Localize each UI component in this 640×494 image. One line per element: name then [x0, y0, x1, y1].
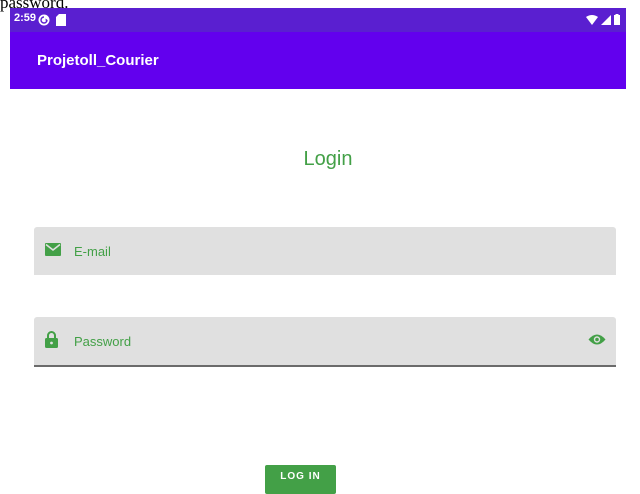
- email-field[interactable]: [34, 227, 616, 275]
- battery-icon: [614, 14, 620, 25]
- status-icons-left: [38, 14, 66, 26]
- status-bar: 2:59: [10, 8, 626, 32]
- sd-card-icon: [56, 14, 66, 26]
- password-input[interactable]: [74, 317, 554, 365]
- app-bar: Projetoll_Courier: [10, 32, 626, 89]
- app-title: Projetoll_Courier: [37, 52, 159, 69]
- status-icons-right: [586, 14, 620, 25]
- refresh-circle-icon: [38, 14, 50, 26]
- page-title: Login: [303, 148, 353, 170]
- login-screen: password. 2:59 Projetoll_Courier Login E…: [0, 0, 640, 494]
- status-time: 2:59: [14, 12, 37, 24]
- envelope-icon: [45, 243, 61, 256]
- wifi-icon: [586, 14, 598, 25]
- lock-icon: [45, 331, 58, 348]
- signal-icon: [601, 14, 611, 25]
- eye-icon[interactable]: [588, 333, 606, 346]
- email-input[interactable]: [74, 227, 554, 275]
- login-button[interactable]: LOG IN: [265, 465, 336, 494]
- password-field[interactable]: [34, 317, 616, 367]
